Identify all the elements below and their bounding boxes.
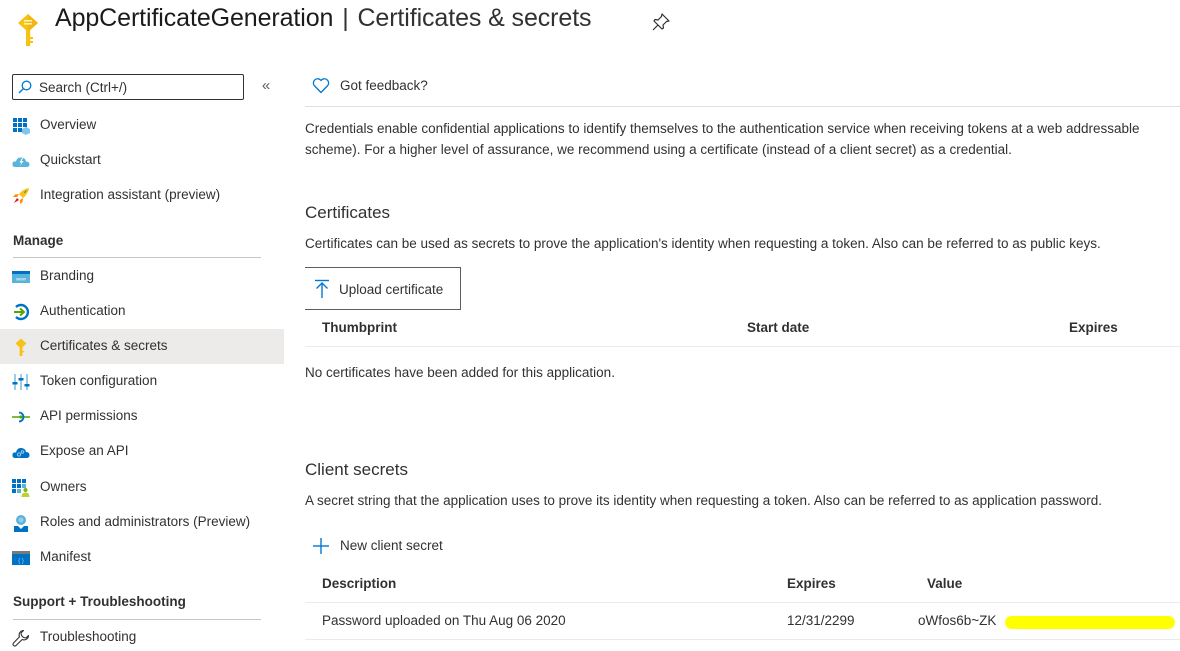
sidebar-item-label: Authentication — [40, 303, 126, 318]
upload-certificate-label: Upload certificate — [339, 282, 444, 297]
manifest-icon: { } — [12, 551, 30, 565]
collapse-sidebar-button[interactable]: « — [256, 76, 276, 96]
section-title-support: Support + Troubleshooting — [13, 594, 186, 609]
heart-icon — [312, 78, 330, 94]
intro-line-1: Credentials enable confidential applicat… — [305, 121, 1140, 136]
column-header-description[interactable]: Description — [322, 576, 396, 591]
pin-icon[interactable] — [651, 12, 671, 32]
sidebar-item-expose-an-api[interactable]: Expose an API — [0, 434, 284, 469]
column-header-thumbprint[interactable]: Thumbprint — [322, 320, 397, 335]
certificates-empty-message: No certificates have been added for this… — [305, 365, 615, 380]
section-divider — [13, 257, 261, 258]
overview-grid-icon — [13, 118, 30, 135]
key-icon — [15, 338, 27, 356]
column-header-expires[interactable]: Expires — [787, 576, 836, 591]
page-title: AppCertificateGeneration | Certificates … — [55, 4, 592, 33]
sidebar: « Overview Quickstart Integration assist… — [0, 66, 284, 651]
sidebar-item-label: Token configuration — [40, 373, 158, 388]
rocket-icon — [13, 188, 29, 204]
sidebar-item-integration-assistant[interactable]: Integration assistant (preview) — [0, 178, 284, 213]
page-name: Certificates & secrets — [357, 4, 592, 32]
secret-value[interactable]: oWfos6b~ZK — [918, 613, 996, 628]
svg-text:{ }: { } — [18, 559, 24, 565]
expose-api-cloud-icon — [12, 447, 30, 458]
secret-expires: 12/31/2299 — [787, 613, 855, 628]
title-separator: | — [342, 4, 349, 32]
sidebar-item-certificates-secrets[interactable]: Certificates & secrets — [0, 329, 284, 364]
new-client-secret-label: New client secret — [340, 538, 443, 553]
search-input[interactable] — [39, 77, 239, 97]
svg-text:www: www — [16, 277, 26, 282]
sidebar-item-label: API permissions — [40, 408, 138, 423]
divider — [305, 106, 1180, 107]
sidebar-item-label: Branding — [40, 268, 95, 283]
sidebar-item-label: Overview — [40, 117, 97, 132]
secret-description: Password uploaded on Thu Aug 06 2020 — [322, 613, 566, 628]
owners-icon — [12, 479, 30, 497]
sidebar-item-owners[interactable]: Owners — [0, 470, 284, 505]
token-sliders-icon — [12, 374, 30, 390]
wrench-icon — [12, 629, 30, 647]
column-header-start-date[interactable]: Start date — [747, 320, 809, 335]
sidebar-item-authentication[interactable]: Authentication — [0, 294, 284, 329]
sidebar-item-api-permissions[interactable]: API permissions — [0, 399, 284, 434]
intro-line-2: scheme). For a higher level of assurance… — [305, 142, 1012, 157]
client-secrets-description: A secret string that the application use… — [305, 493, 1102, 508]
sidebar-item-label: Quickstart — [40, 152, 101, 167]
sidebar-item-label: Roles and administrators (Preview) — [40, 514, 251, 529]
branding-www-icon: www — [12, 271, 30, 283]
column-header-value[interactable]: Value — [927, 576, 962, 591]
sidebar-item-label: Certificates & secrets — [40, 338, 168, 353]
key-icon — [18, 14, 38, 46]
certificates-description: Certificates can be used as secrets to p… — [305, 236, 1101, 251]
sidebar-item-roles-administrators[interactable]: Roles and administrators (Preview) — [0, 505, 284, 540]
certificates-table-header: Thumbprint Start date Expires — [305, 311, 1180, 347]
client-secrets-title: Client secrets — [305, 460, 408, 479]
feedback-label: Got feedback? — [340, 78, 428, 93]
sidebar-item-label: Integration assistant (preview) — [40, 187, 221, 202]
sidebar-item-branding[interactable]: www Branding — [0, 259, 284, 294]
upload-certificate-button[interactable]: Upload certificate — [305, 267, 461, 310]
quickstart-cloud-icon — [12, 157, 30, 167]
main-content: Got feedback? Credentials enable confide… — [305, 66, 1180, 651]
certificates-title: Certificates — [305, 203, 391, 222]
app-name: AppCertificateGeneration — [55, 4, 334, 32]
sidebar-item-label: Owners — [40, 479, 87, 494]
authentication-icon — [14, 303, 30, 321]
sidebar-item-overview[interactable]: Overview — [0, 108, 284, 143]
search-icon — [18, 80, 32, 94]
sidebar-item-token-configuration[interactable]: Token configuration — [0, 364, 284, 399]
redaction-highlight — [1005, 616, 1175, 629]
roles-icon — [14, 515, 28, 532]
client-secrets-table-header: Description Expires Value — [305, 567, 1180, 603]
sidebar-item-troubleshooting[interactable]: Troubleshooting — [0, 620, 284, 651]
sidebar-item-quickstart[interactable]: Quickstart — [0, 143, 284, 178]
sidebar-item-label: Manifest — [40, 549, 92, 564]
search-box[interactable] — [12, 74, 244, 100]
api-permissions-icon — [12, 411, 30, 423]
sidebar-item-label: Troubleshooting — [40, 629, 137, 644]
section-title-manage: Manage — [13, 233, 64, 248]
intro-text: Credentials enable confidential applicat… — [305, 118, 1180, 160]
upload-icon — [315, 279, 329, 298]
sidebar-item-manifest[interactable]: { } Manifest — [0, 540, 284, 575]
page-header: AppCertificateGeneration | Certificates … — [0, 0, 1180, 46]
column-header-expires[interactable]: Expires — [1069, 320, 1118, 335]
table-row[interactable]: Password uploaded on Thu Aug 06 2020 12/… — [305, 604, 1180, 640]
plus-icon — [313, 538, 329, 554]
sidebar-item-label: Expose an API — [40, 443, 129, 458]
